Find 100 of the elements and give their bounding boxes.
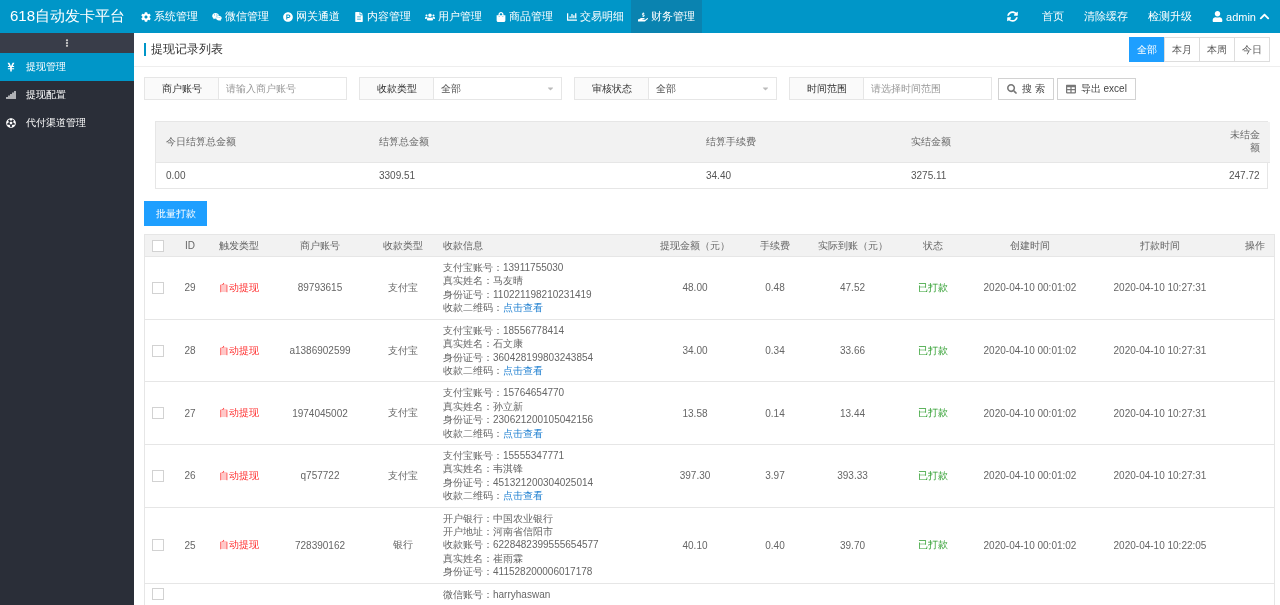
table-cell-text: 0.40 (764, 539, 786, 551)
user-menu[interactable]: admin (1202, 10, 1280, 23)
table-cell-text: 26 (183, 470, 197, 482)
column-header: ID (184, 240, 196, 252)
info-line: 身份证号：411528200006017178 (443, 565, 594, 579)
filter-label: 商户账号 (144, 77, 219, 101)
info-line: 收款账号：6228482399555654577 (443, 538, 600, 552)
table-cell-text: 支付宝 (386, 280, 419, 295)
nav-item[interactable]: 网关通道 (276, 0, 347, 33)
range-tab[interactable]: 今日 (1234, 37, 1270, 63)
trigger-type: 自动提现 (217, 468, 260, 483)
filter-input[interactable]: 请输入商户账号 (219, 77, 347, 101)
table-cell-text: 29 (183, 282, 197, 294)
table-cell-text: 银行 (391, 538, 414, 553)
table-cell-text: 2020-04-10 10:27:31 (1112, 345, 1208, 356)
sidebar-item[interactable]: 提现管理 (0, 53, 134, 81)
table-cell-text: 2020-04-10 10:27:31 (1112, 407, 1208, 419)
summary-value: 0.00 (156, 162, 369, 189)
sidebar-item[interactable]: 代付渠道管理 (0, 109, 134, 137)
table-cell-text: 支付宝 (386, 343, 419, 358)
info-line: 真实姓名：孙立新 (443, 399, 524, 414)
summary-value: 34.40 (696, 162, 901, 189)
bar-chart-icon (567, 11, 577, 22)
info-line: 开户银行：中国农业银行 (443, 511, 554, 525)
filter-select[interactable]: 全部 (434, 77, 562, 101)
range-tab[interactable]: 全部 (1129, 37, 1165, 63)
range-tab[interactable]: 本月 (1164, 37, 1200, 63)
export-button[interactable]: 导出 excel (1056, 77, 1136, 100)
checkbox[interactable] (152, 407, 164, 420)
filter-select[interactable]: 全部 (649, 77, 777, 101)
search-button[interactable]: 搜 索 (998, 77, 1054, 100)
table-cell-text: 支付宝 (386, 468, 419, 483)
top-link[interactable]: 清除缓存 (1074, 9, 1139, 24)
table-cell-text: 2020-04-10 00:01:02 (982, 345, 1078, 356)
view-link[interactable]: 点击查看 (503, 427, 543, 439)
column-header: 状态 (921, 238, 944, 253)
nav-item[interactable]: 财务管理 (631, 0, 702, 33)
nav-item[interactable]: 交易明细 (560, 0, 631, 33)
summary-value: 3309.51 (369, 162, 696, 189)
table-cell-text: 1974045002 (291, 407, 349, 419)
nav-item[interactable]: 系统管理 (134, 0, 205, 33)
table-cell-text: 47.52 (839, 282, 866, 294)
yen-icon (6, 62, 16, 72)
trigger-type: 自动提现 (217, 406, 260, 421)
info-line: 支付宝账号：15764654770 (443, 386, 566, 400)
top-link[interactable]: 首页 (1032, 9, 1075, 24)
status-text: 已打款 (916, 538, 949, 553)
nav-item[interactable]: 用户管理 (418, 0, 489, 33)
info-line: 身份证号：451321200304025014 (443, 475, 595, 490)
range-tab[interactable]: 本周 (1199, 37, 1235, 63)
info-line: 收款二维码：点击查看 (443, 426, 544, 440)
bars-icon (6, 90, 16, 100)
nav-item[interactable]: 内容管理 (347, 0, 418, 33)
checkbox[interactable] (152, 281, 164, 294)
summary-value: 3275.11 (901, 162, 1219, 189)
checkbox[interactable] (152, 344, 164, 357)
view-link[interactable]: 点击查看 (503, 490, 543, 502)
info-line: 开户地址：河南省信阳市 (443, 524, 554, 539)
brand-title: 618自动发卡平台 (9, 7, 127, 26)
checkbox[interactable] (152, 588, 164, 601)
checkbox[interactable] (152, 239, 164, 252)
table-cell-text: 40.10 (681, 539, 709, 551)
info-line: 支付宝账号：18556778414 (443, 323, 566, 338)
nav-item[interactable]: 商品管理 (489, 0, 560, 33)
info-line: 收款二维码：点击查看 (443, 301, 544, 315)
info-line: 收款二维码：点击查看 (443, 363, 544, 378)
column-header: 触发类型 (217, 238, 260, 253)
batch-pay-button[interactable]: 批量打款 (144, 201, 207, 227)
table-cell-text: 33.66 (839, 345, 866, 356)
table-cell-text: 2020-04-10 10:27:31 (1112, 282, 1208, 294)
checkbox[interactable] (152, 539, 164, 552)
table-cell-text: 13.44 (839, 407, 866, 419)
view-link[interactable]: 点击查看 (503, 364, 543, 376)
table-cell-text: 0.48 (764, 282, 786, 294)
column-header: 收款类型 (381, 238, 424, 253)
nav-item[interactable]: 微信管理 (205, 0, 276, 33)
users-icon (425, 11, 435, 22)
column-header: 实际到账（元） (816, 238, 889, 253)
status-text: 已打款 (916, 468, 949, 483)
chat-icon (212, 11, 222, 22)
view-link[interactable]: 点击查看 (503, 302, 543, 314)
filter-input[interactable]: 请选择时间范围 (864, 77, 992, 101)
chevron-icon (1259, 11, 1270, 22)
checkbox[interactable] (152, 469, 164, 482)
bag-icon (496, 11, 506, 22)
table-cell-text: 28 (183, 345, 197, 356)
sidebar-item[interactable]: 提现配置 (0, 81, 134, 109)
table-cell-text: 0.34 (764, 345, 786, 356)
info-line: 真实姓名：崔雨霖 (443, 551, 524, 566)
hand-icon (638, 11, 648, 22)
info-line: 真实姓名：韦淇锋 (443, 462, 524, 476)
table-cell-text: 48.00 (681, 282, 709, 294)
info-line: 收款二维码：点击查看 (443, 489, 544, 503)
filter-label: 时间范围 (789, 77, 864, 101)
top-link[interactable]: 检测升级 (1138, 9, 1203, 24)
table-cell-text: 支付宝 (386, 406, 419, 421)
more-icon[interactable] (63, 39, 71, 47)
table-cell-text: 728390162 (293, 539, 347, 551)
table-cell-text: 2020-04-10 10:22:05 (1112, 539, 1208, 551)
table-cell-text: 2020-04-10 00:01:02 (982, 282, 1078, 294)
